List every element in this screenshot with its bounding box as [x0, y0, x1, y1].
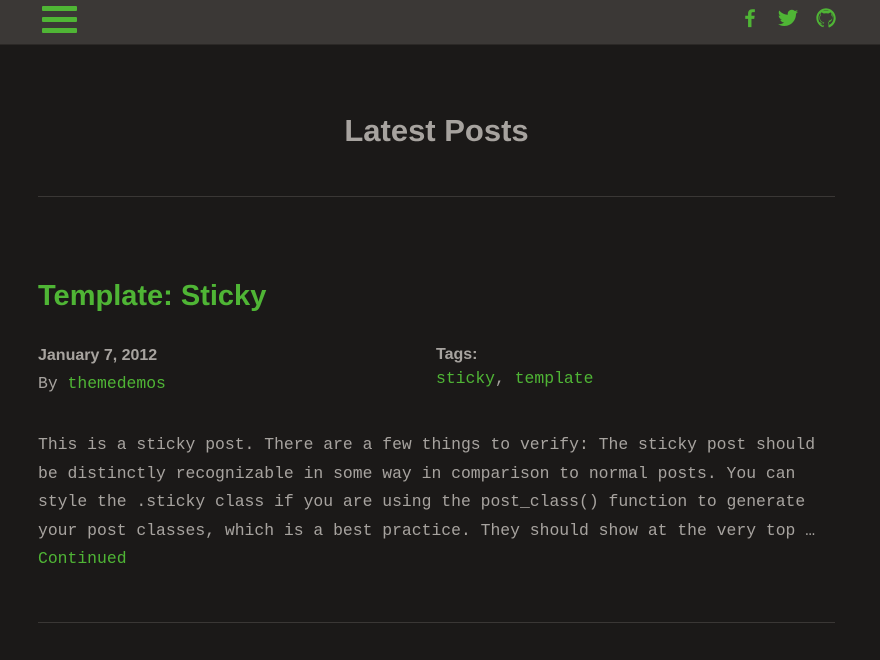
post-title-link[interactable]: Template: Sticky [38, 278, 266, 314]
excerpt-line: This is a sticky post. There are a few t… [38, 435, 816, 454]
post-date: January 7, 2012 [38, 347, 158, 364]
tags-list: sticky, template [436, 369, 593, 389]
twitter-icon[interactable] [777, 7, 799, 29]
excerpt-line: be distinctly recognizable in some way i… [38, 463, 796, 483]
top-navigation-bar [0, 0, 880, 45]
post-byline: By themedemos [38, 374, 166, 394]
post-excerpt: This is a sticky post. There are a few t… [38, 431, 838, 574]
tag-link-sticky[interactable]: sticky [436, 369, 495, 388]
post-divider [38, 622, 835, 623]
author-link[interactable]: themedemos [68, 374, 166, 393]
excerpt-line: your post classes, which is a best pract… [38, 520, 816, 540]
excerpt-line: style the .sticky class if you are using… [38, 492, 806, 512]
tag-separator: , [495, 369, 515, 388]
byline-prefix: By [38, 374, 68, 393]
tags-label: Tags: [436, 346, 478, 363]
tag-link-template[interactable]: template [515, 369, 594, 388]
github-icon[interactable] [815, 7, 837, 29]
page-title: Latest Posts [344, 113, 529, 148]
hamburger-menu-icon[interactable] [42, 6, 77, 34]
facebook-icon[interactable] [739, 7, 761, 29]
continue-reading-link[interactable]: Continued [38, 545, 838, 574]
title-divider [38, 196, 835, 197]
